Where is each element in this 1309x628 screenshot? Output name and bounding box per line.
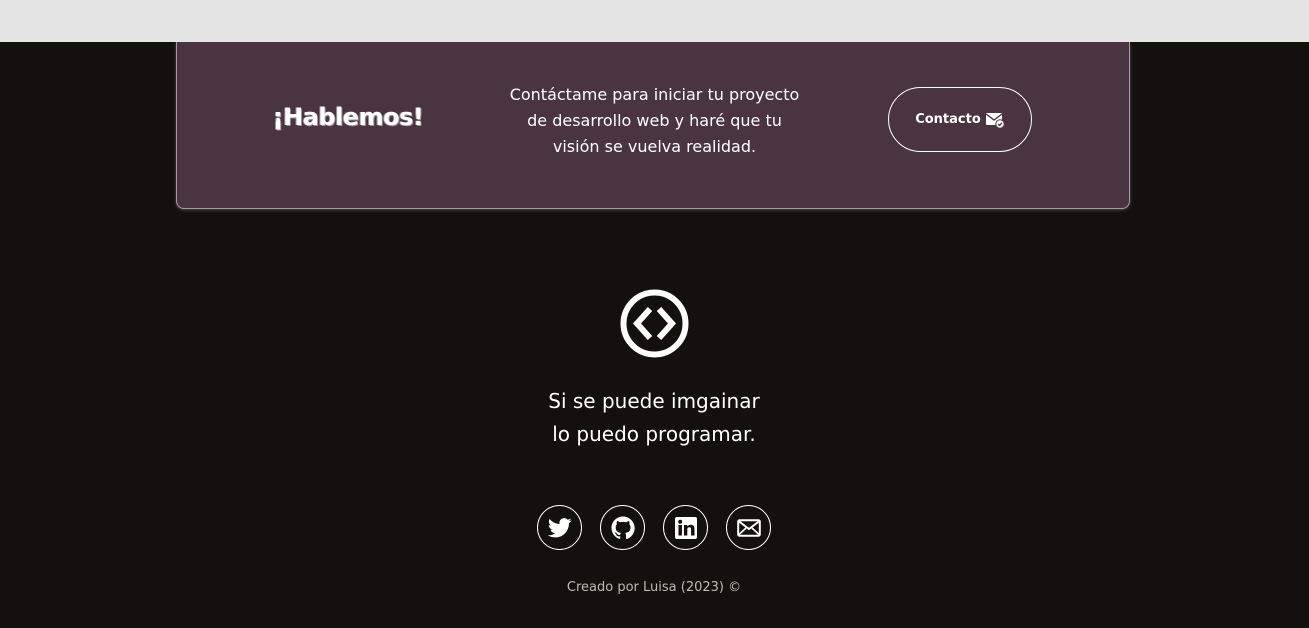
cta-card: ¡Hablemos! Contáctame para iniciar tu pr… bbox=[176, 42, 1130, 209]
github-link[interactable] bbox=[600, 505, 645, 550]
tagline-line-2: lo puedo programar. bbox=[552, 422, 756, 446]
github-icon bbox=[611, 516, 635, 539]
email-link[interactable] bbox=[726, 505, 771, 550]
social-links bbox=[537, 505, 771, 550]
mail-check-icon bbox=[985, 111, 1005, 129]
cta-title: ¡Hablemos! bbox=[272, 103, 424, 131]
twitter-icon bbox=[547, 517, 571, 537]
top-band bbox=[0, 0, 1309, 42]
cta-text: Contáctame para iniciar tu proyecto de d… bbox=[509, 85, 800, 156]
footer-credit: Creado por Luisa (2023) © bbox=[566, 580, 742, 595]
tagline-line-1: Si se puede imgainar bbox=[548, 389, 760, 413]
linkedin-icon bbox=[674, 516, 697, 539]
footer-section: ¡Hablemos! Contáctame para iniciar tu pr… bbox=[0, 42, 1309, 628]
envelope-icon bbox=[736, 518, 761, 537]
code-brackets-icon bbox=[620, 289, 689, 358]
linkedin-link[interactable] bbox=[663, 505, 708, 550]
contact-button[interactable]: Contacto bbox=[888, 87, 1032, 152]
twitter-link[interactable] bbox=[537, 505, 582, 550]
tagline: Si se puede imgainar lo puedo programar. bbox=[454, 385, 854, 451]
contact-button-label: Contacto bbox=[915, 112, 981, 127]
